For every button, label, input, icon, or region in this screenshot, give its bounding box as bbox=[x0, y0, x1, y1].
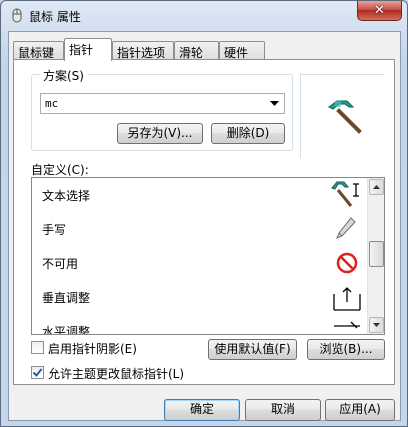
scroll-up-button[interactable] bbox=[369, 179, 384, 195]
save-as-button[interactable]: 另存为(V)... bbox=[117, 123, 203, 144]
delete-button[interactable]: 删除(D) bbox=[211, 123, 285, 144]
pointer-shadow-label: 启用指针阴影(E) bbox=[48, 342, 137, 356]
tab-buttons[interactable]: 鼠标键 bbox=[13, 41, 64, 60]
scroll-down-button[interactable] bbox=[369, 317, 384, 333]
pen-icon bbox=[336, 217, 356, 239]
chevron-down-icon bbox=[373, 323, 380, 327]
scheme-label: 方案(S) bbox=[40, 67, 87, 84]
mouse-properties-window: 鼠标 属性 ✕ 鼠标键 指针 指针选项 滑轮 硬件 方案(S) mc 另存为(V… bbox=[0, 0, 408, 427]
close-icon: ✕ bbox=[374, 3, 385, 18]
scheme-value: mc bbox=[45, 97, 59, 110]
list-item-label: 文本选择 bbox=[42, 189, 91, 203]
tab-wheel[interactable]: 滑轮 bbox=[174, 41, 219, 60]
list-item[interactable]: 水平调整 bbox=[32, 314, 367, 335]
list-item[interactable]: 手写 bbox=[32, 212, 367, 246]
mouse-icon bbox=[12, 8, 22, 23]
scroll-thumb[interactable] bbox=[369, 241, 384, 267]
browse-button[interactable]: 浏览(B)... bbox=[307, 339, 385, 360]
list-item-label: 不可用 bbox=[42, 257, 79, 271]
customize-label: 自定义(C): bbox=[31, 163, 89, 177]
theme-pointer-label: 允许主题更改鼠标指针(L) bbox=[48, 367, 185, 381]
title-bar[interactable]: 鼠标 属性 ✕ bbox=[1, 1, 407, 31]
tab-pointer-options[interactable]: 指针选项 bbox=[112, 41, 174, 60]
list-item-label: 水平调整 bbox=[42, 325, 91, 335]
theme-pointer-checkbox[interactable] bbox=[31, 366, 44, 379]
list-item[interactable]: 文本选择 bbox=[32, 178, 367, 212]
list-item-label: 手写 bbox=[42, 223, 67, 237]
checkmark-icon bbox=[32, 368, 43, 377]
unavailable-icon bbox=[336, 252, 358, 274]
horizontal-resize-icon bbox=[334, 321, 360, 329]
chevron-up-icon bbox=[373, 185, 380, 189]
pickaxe-text-cursor-icon bbox=[331, 181, 359, 207]
close-button[interactable]: ✕ bbox=[357, 1, 402, 21]
pickaxe-icon bbox=[328, 100, 362, 134]
window-title: 鼠标 属性 bbox=[29, 10, 81, 24]
list-item[interactable]: 垂直调整 bbox=[32, 280, 367, 314]
ok-button[interactable]: 确定 bbox=[164, 399, 240, 421]
tab-hardware[interactable]: 硬件 bbox=[219, 41, 265, 60]
list-item[interactable]: 不可用 bbox=[32, 246, 367, 280]
cursor-list-scrollbar[interactable] bbox=[367, 178, 384, 334]
chevron-down-icon[interactable] bbox=[266, 95, 282, 112]
cursor-list[interactable]: 文本选择 手写 不可用 垂直调整 水平调整 bbox=[31, 177, 385, 335]
cancel-button[interactable]: 取消 bbox=[245, 399, 321, 421]
tab-pointers[interactable]: 指针 bbox=[64, 38, 112, 61]
cursor-preview bbox=[300, 74, 384, 158]
pointer-shadow-checkbox[interactable] bbox=[31, 341, 44, 354]
scheme-group: 方案(S) mc 另存为(V)... 删除(D) bbox=[31, 67, 293, 151]
list-item-label: 垂直调整 bbox=[42, 291, 91, 305]
use-default-button[interactable]: 使用默认值(F) bbox=[208, 339, 297, 360]
pointers-panel: 方案(S) mc 另存为(V)... 删除(D) 自定义(C): 文本选择 手写… bbox=[13, 59, 395, 385]
dialog-client-area: 鼠标键 指针 指针选项 滑轮 硬件 方案(S) mc 另存为(V)... 删除(… bbox=[8, 31, 401, 421]
scheme-dropdown[interactable]: mc bbox=[40, 93, 285, 114]
vertical-resize-icon bbox=[333, 287, 361, 311]
apply-button[interactable]: 应用(A) bbox=[325, 399, 395, 421]
